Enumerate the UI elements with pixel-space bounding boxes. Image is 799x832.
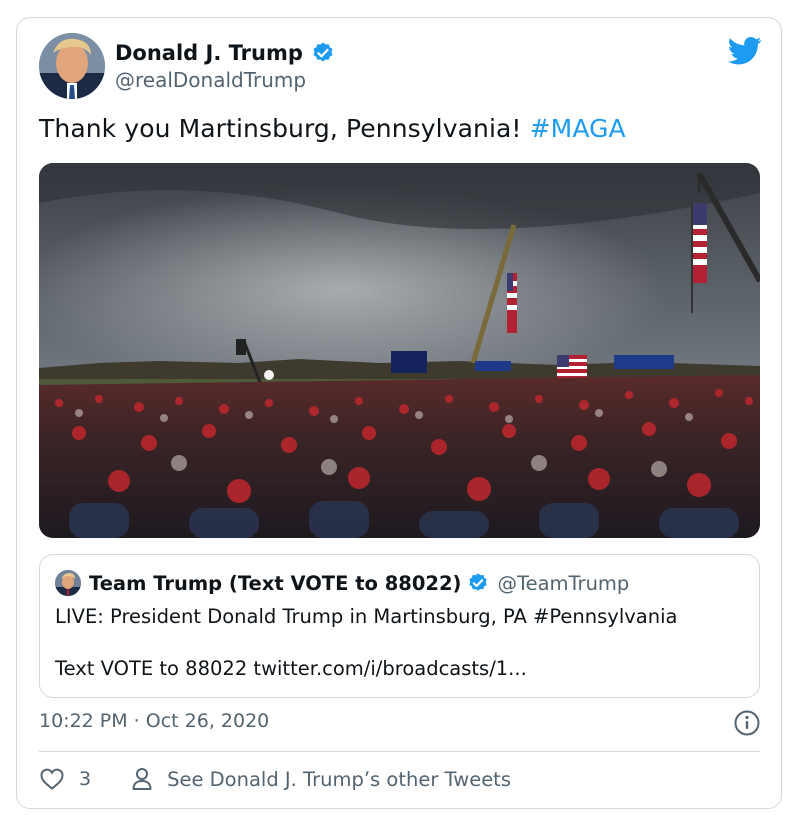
other-tweets-label: See Donald J. Trump’s other Tweets [167,767,511,791]
quoted-tweet[interactable]: Team Trump (Text VOTE to 88022) @TeamTru… [39,554,760,698]
twitter-bird-icon[interactable] [728,36,762,66]
tweet-body: Thank you Martinsburg, Pennsylvania! [39,114,530,143]
verified-badge-icon [469,573,488,591]
like-button[interactable]: 3 [39,767,91,791]
other-tweets-link[interactable]: See Donald J. Trump’s other Tweets [131,767,511,791]
embedded-tweet-card: Donald J. Trump @realDonaldTrump Thank y… [16,17,782,809]
person-icon [132,768,152,790]
tweet-text: Thank you Martinsburg, Pennsylvania! #MA… [39,114,626,143]
quoted-tweet-text-line1: LIVE: President Donald Trump in Martinsb… [55,605,678,628]
tweet-actions: 3 See Donald J. Trump’s other Tweets [39,764,511,794]
author-name[interactable]: Donald J. Trump [115,41,303,65]
quoted-author-avatar [55,570,81,596]
quoted-author-handle: @TeamTrump [497,571,630,595]
verified-badge-icon [313,42,333,62]
divider [39,751,760,752]
heart-icon [40,768,64,790]
info-icon[interactable] [733,709,761,737]
hashtag-link[interactable]: #MAGA [530,114,626,143]
rally-photo[interactable] [39,163,760,538]
like-count: 3 [79,768,92,790]
author-avatar[interactable] [39,33,105,99]
quoted-tweet-text-line2: Text VOTE to 88022 twitter.com/i/broadca… [55,657,527,680]
tweet-timestamp[interactable]: 10:22 PM · Oct 26, 2020 [39,710,269,732]
quoted-author-name: Team Trump (Text VOTE to 88022) [89,571,462,595]
author-handle[interactable]: @realDonaldTrump [115,68,306,92]
